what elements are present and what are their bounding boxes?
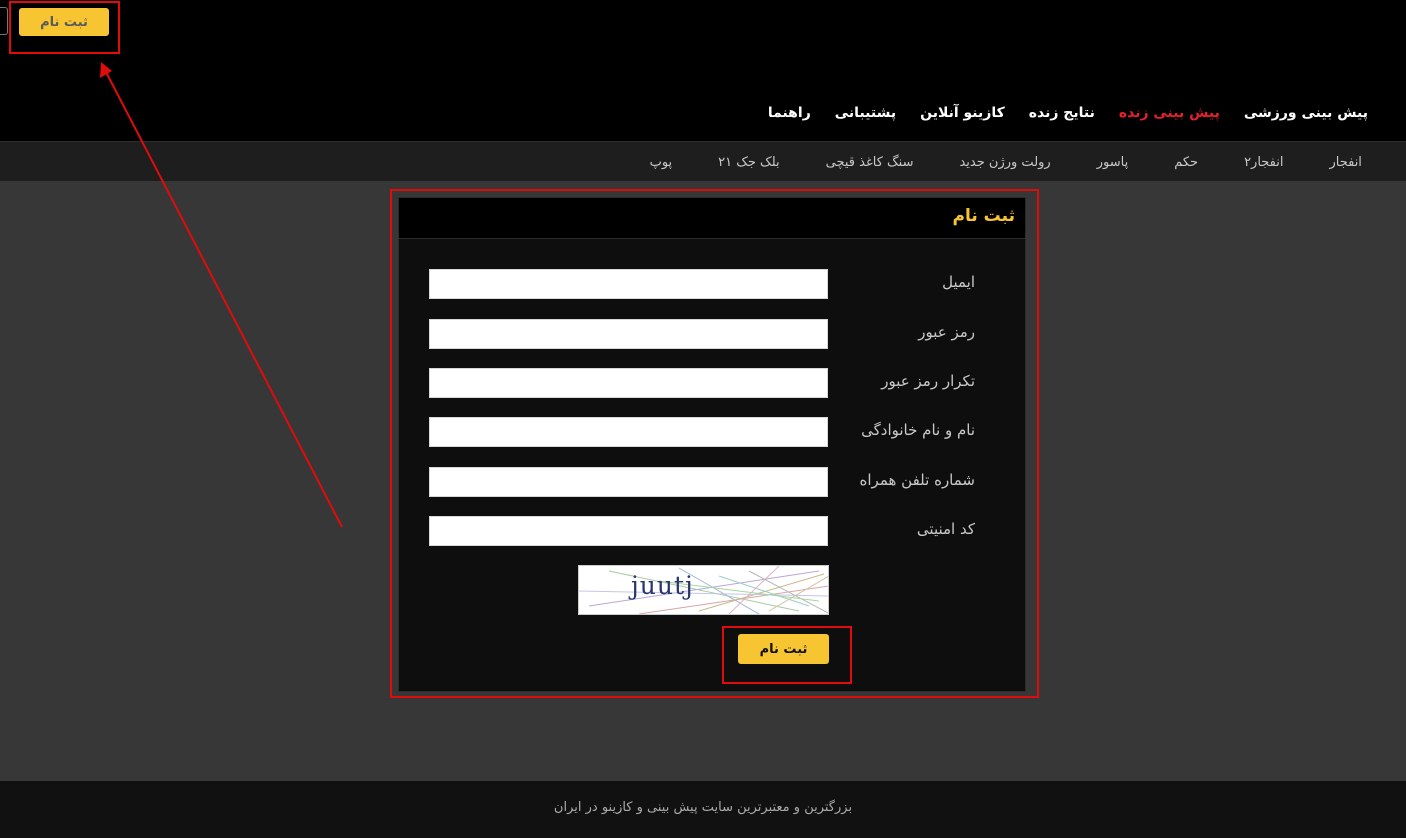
- subnav-item-pasur[interactable]: پاسور: [1097, 155, 1128, 170]
- nav-item-sports-prediction[interactable]: پیش بینی ورزشی: [1244, 105, 1368, 121]
- nav-item-online-casino[interactable]: کازینو آنلاین: [920, 105, 1005, 121]
- subnav-item-crash[interactable]: انفجار: [1329, 155, 1361, 170]
- confirm-password-field[interactable]: [429, 368, 828, 398]
- subnav-item-rock-paper-scissors[interactable]: سنگ کاغذ قیچی: [826, 155, 914, 170]
- panel-header: ثبت نام: [399, 198, 1025, 239]
- games-navigation: رد انفجار انفجار۲ حکم پاسور رولت ورژن جد…: [0, 141, 1406, 181]
- nav-item-live-results[interactable]: نتایج زنده: [1029, 105, 1095, 121]
- subnav-item-pop[interactable]: پوپ: [650, 155, 673, 170]
- full-name-label: نام و نام خانوادگی: [861, 421, 975, 439]
- phone-field[interactable]: [429, 467, 828, 497]
- phone-row: شماره تلفن همراه: [399, 467, 1025, 497]
- main-navigation: پیش بینی ورزشی پیش بینی زنده نتایج زنده …: [768, 101, 1368, 125]
- nav-item-help[interactable]: راهنما: [768, 105, 811, 121]
- email-field[interactable]: [429, 269, 828, 299]
- panel-title: ثبت نام: [952, 206, 1015, 226]
- password-row: رمز عبور: [399, 319, 1025, 349]
- password-field[interactable]: [429, 319, 828, 349]
- register-panel: ثبت نام ایمیل رمز عبور تکرار رمز عبور نا…: [398, 197, 1026, 692]
- collapsed-panel-edge[interactable]: [0, 7, 8, 35]
- header-register-button[interactable]: ثبت نام: [19, 8, 109, 36]
- security-code-label: کد امنیتی: [916, 520, 975, 538]
- email-label: ایمیل: [942, 273, 975, 291]
- email-row: ایمیل: [399, 269, 1025, 299]
- confirm-password-label: تکرار رمز عبور: [881, 372, 975, 390]
- full-name-field[interactable]: [429, 417, 828, 447]
- subnav-item-blackjack[interactable]: بلک جک ۲۱: [718, 155, 779, 170]
- nav-item-live-prediction[interactable]: پیش بینی زنده: [1119, 105, 1220, 121]
- password-label: رمز عبور: [918, 323, 975, 341]
- nav-item-support[interactable]: پشتیبانی: [835, 105, 896, 121]
- subnav-item-roulette[interactable]: رولت ورژن جدید: [959, 155, 1050, 170]
- subnav-item-crash2[interactable]: انفجار۲: [1244, 155, 1283, 170]
- security-code-row: کد امنیتی: [399, 516, 1025, 546]
- footer: بزرگترین و معتبرترین سایت پیش بینی و کاز…: [0, 781, 1406, 838]
- subnav-item-hokm[interactable]: حکم: [1174, 155, 1198, 170]
- captcha-noise-lines: [579, 566, 828, 614]
- confirm-password-row: تکرار رمز عبور: [399, 368, 1025, 398]
- footer-text: بزرگترین و معتبرترین سایت پیش بینی و کاز…: [553, 800, 853, 815]
- security-code-field[interactable]: [429, 516, 828, 546]
- phone-label: شماره تلفن همراه: [859, 471, 975, 489]
- captcha-image[interactable]: juutj: [578, 565, 829, 615]
- submit-register-button[interactable]: ثبت نام: [738, 634, 829, 664]
- full-name-row: نام و نام خانوادگی: [399, 417, 1025, 447]
- captcha-text: juutj: [631, 571, 694, 600]
- top-header: ثبت نام پیش بینی ورزشی پیش بینی زنده نتا…: [0, 0, 1406, 141]
